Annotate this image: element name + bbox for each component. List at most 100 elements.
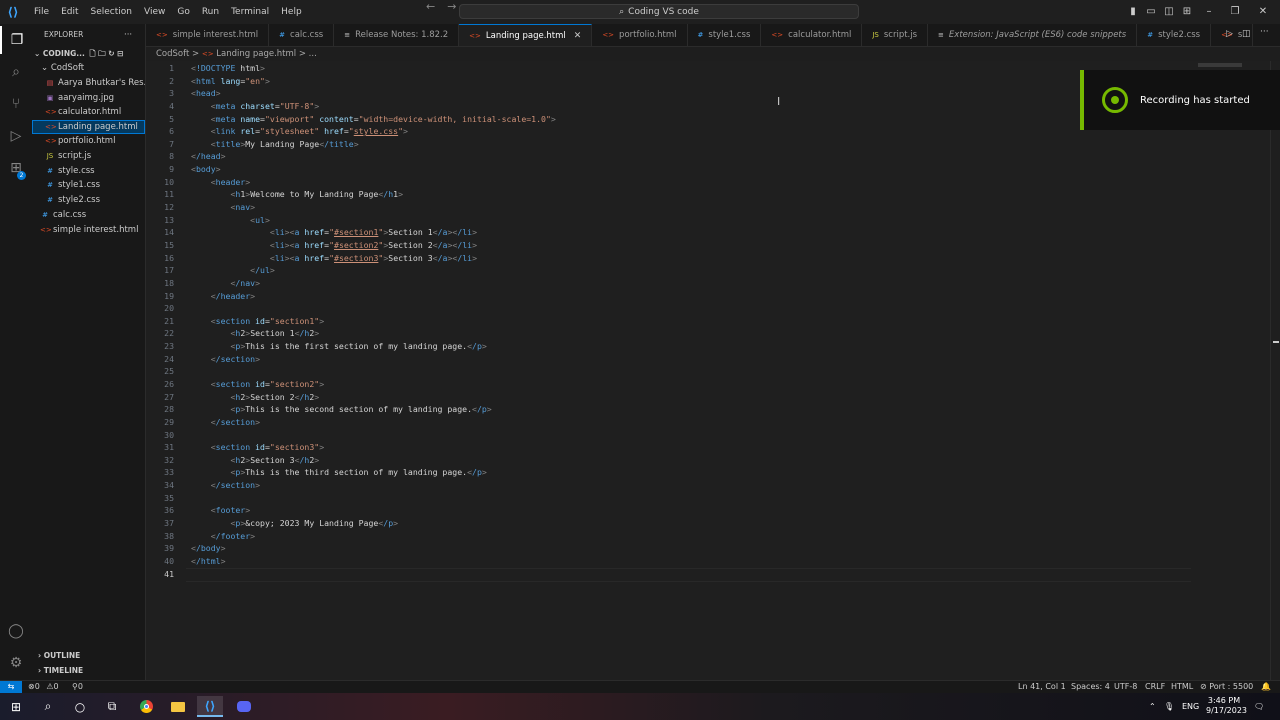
breadcrumb-file[interactable]: Landing page.html <box>216 49 296 59</box>
run-icon[interactable]: ▷ <box>1226 29 1233 39</box>
file-item[interactable]: # calc.css <box>32 208 145 222</box>
file-item[interactable]: # style1.css <box>32 178 145 192</box>
timeline-section[interactable]: › TIMELINE <box>32 664 146 678</box>
tab-simple-interest-html[interactable]: <> simple interest.html <box>146 24 270 46</box>
chrome-icon[interactable] <box>133 696 159 717</box>
code-text: <p>&copy; 2023 My Landing Page</p> <box>230 518 399 529</box>
search-icon[interactable]: ⌕ <box>35 696 61 717</box>
settings-gear-icon[interactable]: ⚙ <box>0 649 32 677</box>
file-item[interactable]: JS script.js <box>32 149 145 163</box>
tab-landing-page-html[interactable]: <> Landing page.html ✕ <box>459 24 593 46</box>
tab-calculator-html[interactable]: <> calculator.html <box>761 24 863 46</box>
extensions-icon[interactable]: ⊞ 2 <box>0 154 32 182</box>
tab-calc-css[interactable]: # calc.css <box>269 24 335 46</box>
file-explorer-icon[interactable] <box>165 696 191 717</box>
code-editor[interactable]: 1 <!DOCTYPE html> 2 <html lang="en"> 3 <head>… <box>146 61 1270 680</box>
line-number: 12 <box>164 202 174 213</box>
file-name: style2.css <box>58 194 101 205</box>
new-file-icon[interactable]: 🗋 <box>89 49 95 58</box>
tab-extension-javascript-es6-code-snippets[interactable]: ≡ Extension: JavaScript (ES6) code snippe… <box>928 24 1138 46</box>
restore-icon[interactable]: ❐ <box>1222 0 1248 24</box>
end-of-line[interactable]: CRLF <box>1145 681 1165 693</box>
line-number: 28 <box>164 404 174 415</box>
code-text: <section id="section1"> <box>210 315 325 326</box>
close-window-icon[interactable]: ✕ <box>1250 0 1276 24</box>
live-server-port[interactable]: ⊘ Port : 5500 <box>1200 681 1253 693</box>
menu-selection[interactable]: Selection <box>85 0 138 24</box>
collapse-all-icon[interactable]: ⊟ <box>117 49 123 58</box>
vscode-taskbar-icon[interactable]: ⟨⟩ <box>197 696 223 717</box>
code-text: <h2>Section 1</h2> <box>230 328 320 339</box>
tab-portfolio-html[interactable]: <> portfolio.html <box>592 24 688 46</box>
more-actions-icon[interactable]: ··· <box>1260 27 1269 37</box>
activity-bar: ❐ ⌕ ⑂ ▷ ⊞ 2 ◯ ⚙ <box>0 24 32 680</box>
file-item[interactable]: <>simple interest.html <box>32 223 145 237</box>
command-center-search[interactable]: ⌕ Coding VS code <box>459 4 859 19</box>
problems-indicator[interactable]: ⊗0 ⚠0 <box>28 681 59 693</box>
tray-expand-icon[interactable]: ⌃ <box>1149 693 1156 720</box>
tab-release-notes-1-82-2[interactable]: ≡ Release Notes: 1.82.2 <box>334 24 460 46</box>
css-icon: # <box>47 166 53 175</box>
indentation[interactable]: Spaces: 4 <box>1071 681 1110 693</box>
task-view-icon[interactable]: ⧉ <box>99 696 125 717</box>
more-actions-icon[interactable]: ··· <box>124 28 138 42</box>
code-text: <meta charset="UTF-8"> <box>210 100 320 111</box>
close-tab-icon[interactable]: ✕ <box>574 31 582 41</box>
new-folder-icon[interactable]: 🗀 <box>98 49 106 58</box>
file-item[interactable]: <>calculator.html <box>32 105 145 119</box>
folder-codsoft[interactable]: ⌄ CodSoft <box>41 61 145 75</box>
file-item[interactable]: ▣ aaryaimg.jpg <box>32 91 145 105</box>
file-item[interactable]: ▤ Aarya Bhutkar's Res... <box>32 76 145 90</box>
explorer-icon[interactable]: ❐ <box>0 26 32 54</box>
windows-start-icon[interactable]: ⊞ <box>3 696 29 717</box>
notifications-bell-icon[interactable]: 🔔 <box>1261 681 1271 693</box>
menu-view[interactable]: View <box>138 0 171 24</box>
menu-terminal[interactable]: Terminal <box>225 0 275 24</box>
accounts-icon[interactable]: ◯ <box>0 617 32 645</box>
refresh-icon[interactable]: ↻ <box>108 49 114 58</box>
line-number: 26 <box>164 379 174 389</box>
encoding[interactable]: UTF-8 <box>1114 681 1137 693</box>
html-icon: <> <box>602 31 615 39</box>
source-control-icon[interactable]: ⑂ <box>0 90 32 118</box>
split-editor-icon[interactable]: ◫ <box>1242 29 1251 39</box>
cortana-icon[interactable]: ○ <box>67 696 93 717</box>
cursor-position[interactable]: Ln 41, Col 1 <box>1018 681 1066 693</box>
menu-help[interactable]: Help <box>275 0 308 24</box>
menu-edit[interactable]: Edit <box>55 0 84 24</box>
file-item[interactable]: <>portfolio.html <box>32 134 145 148</box>
tab-label: calc.css <box>290 30 324 40</box>
tab-style2-css[interactable]: # style2.css <box>1137 24 1212 46</box>
run-debug-icon[interactable]: ▷ <box>0 122 32 150</box>
input-language[interactable]: ENG <box>1182 693 1199 720</box>
clock[interactable]: 3:46 PM 9/17/2023 <box>1206 696 1247 716</box>
action-center-icon[interactable]: 🗨 <box>1254 693 1264 720</box>
ports-indicator[interactable]: ⚲0 <box>72 681 83 693</box>
menu-file[interactable]: File <box>28 0 55 24</box>
minimize-icon[interactable]: – <box>1196 0 1222 24</box>
file-item[interactable]: <>Landing page.html <box>32 119 145 134</box>
code-text: <li><a href="#section1">Section 1</a></l… <box>269 227 478 238</box>
workspace-header[interactable]: ⌄ CODING... 🗋 🗀 ↻ ⊟ <box>34 47 146 61</box>
discord-icon[interactable] <box>231 696 257 717</box>
menu-go[interactable]: Go <box>171 0 195 24</box>
line-number: 31 <box>164 442 174 453</box>
file-item[interactable]: # style2.css <box>32 193 145 207</box>
file-name: portfolio.html <box>58 136 116 147</box>
search-icon[interactable]: ⌕ <box>0 58 32 86</box>
vertical-scrollbar[interactable] <box>1270 61 1280 680</box>
error-count: 0 <box>34 682 40 691</box>
tab-style1-css[interactable]: # style1.css <box>688 24 762 46</box>
outline-section[interactable]: › OUTLINE <box>32 649 146 663</box>
language-mode[interactable]: HTML <box>1171 681 1193 693</box>
remote-icon[interactable]: ⇆ <box>0 681 22 693</box>
menu-run[interactable]: Run <box>196 0 225 24</box>
file-item[interactable]: # style.css <box>32 164 145 178</box>
breadcrumb-folder[interactable]: CodSoft <box>156 49 189 59</box>
recording-icon <box>1102 87 1128 113</box>
breadcrumb-tail[interactable]: > ... <box>299 49 317 59</box>
microphone-icon[interactable]: 🎙 <box>1164 693 1174 720</box>
line-number: 5 <box>169 113 174 124</box>
back-arrow-icon[interactable]: ← <box>420 0 441 13</box>
tab-script-js[interactable]: JS script.js <box>862 24 929 46</box>
